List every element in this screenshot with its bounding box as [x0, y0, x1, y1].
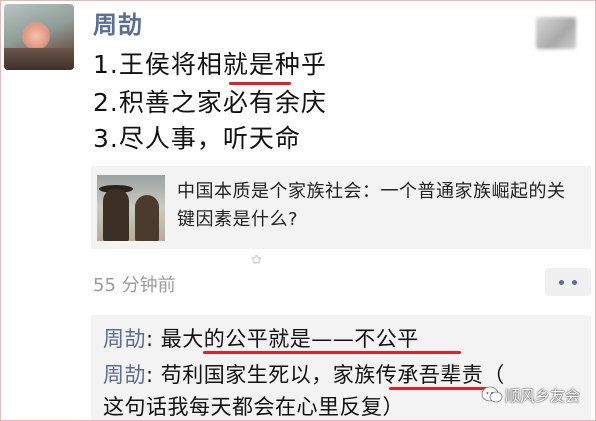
avatar-ground	[4, 48, 74, 70]
article-title: 中国本质是个家族社会：一个普通家族崛起的关键因素是什么?	[177, 181, 566, 230]
comment-separator: :	[146, 363, 161, 387]
shared-article-card[interactable]: 中国本质是个家族社会：一个普通家族崛起的关键因素是什么?	[91, 166, 591, 249]
faint-watermark: ✿	[251, 253, 262, 268]
blurred-image	[536, 17, 576, 49]
comment-text-continued: 这句话我每天都会在心里反复）	[103, 395, 404, 419]
wechat-logo-icon	[481, 386, 503, 403]
commenter-name[interactable]: 周劼	[103, 327, 146, 351]
post-text-line-3: 3.尽人事，听天命	[93, 124, 301, 153]
red-underline-mark	[389, 387, 487, 390]
post-text-line-2: 2.积善之家必有余庆	[93, 88, 327, 117]
comment-text: 苟利国家生死以，家族传承吾辈责（	[160, 363, 505, 387]
comment-separator: :	[146, 327, 161, 351]
more-options-button[interactable]	[545, 268, 591, 296]
avatar-sun	[22, 22, 50, 50]
post-author-name[interactable]: 周劼	[93, 5, 143, 40]
avatar[interactable]	[4, 4, 74, 70]
watermark-text: 顺风乡友会	[505, 387, 581, 405]
more-dot-icon	[572, 280, 577, 285]
thumb-person	[103, 189, 129, 241]
comment-1: 周劼: 最大的公平就是——不公平	[103, 323, 419, 353]
red-underline-mark	[203, 351, 461, 354]
post-text-line-1: 1.王侯将相就是种乎	[93, 50, 327, 79]
comment-2: 周劼: 苟利国家生死以，家族传承吾辈责（	[103, 359, 505, 389]
article-thumbnail	[97, 175, 165, 241]
post-timestamp: 55 分钟前	[93, 275, 176, 296]
comment-3: 这句话我每天都会在心里反复）	[103, 391, 404, 420]
more-dot-icon	[559, 280, 564, 285]
comment-text: 最大的公平就是——不公平	[160, 327, 419, 351]
moments-post: 周劼 1.王侯将相就是种乎 2.积善之家必有余庆 3.尽人事，听天命 中国本质是…	[0, 0, 596, 421]
thumb-person	[135, 195, 159, 241]
commenter-name[interactable]: 周劼	[103, 363, 146, 387]
